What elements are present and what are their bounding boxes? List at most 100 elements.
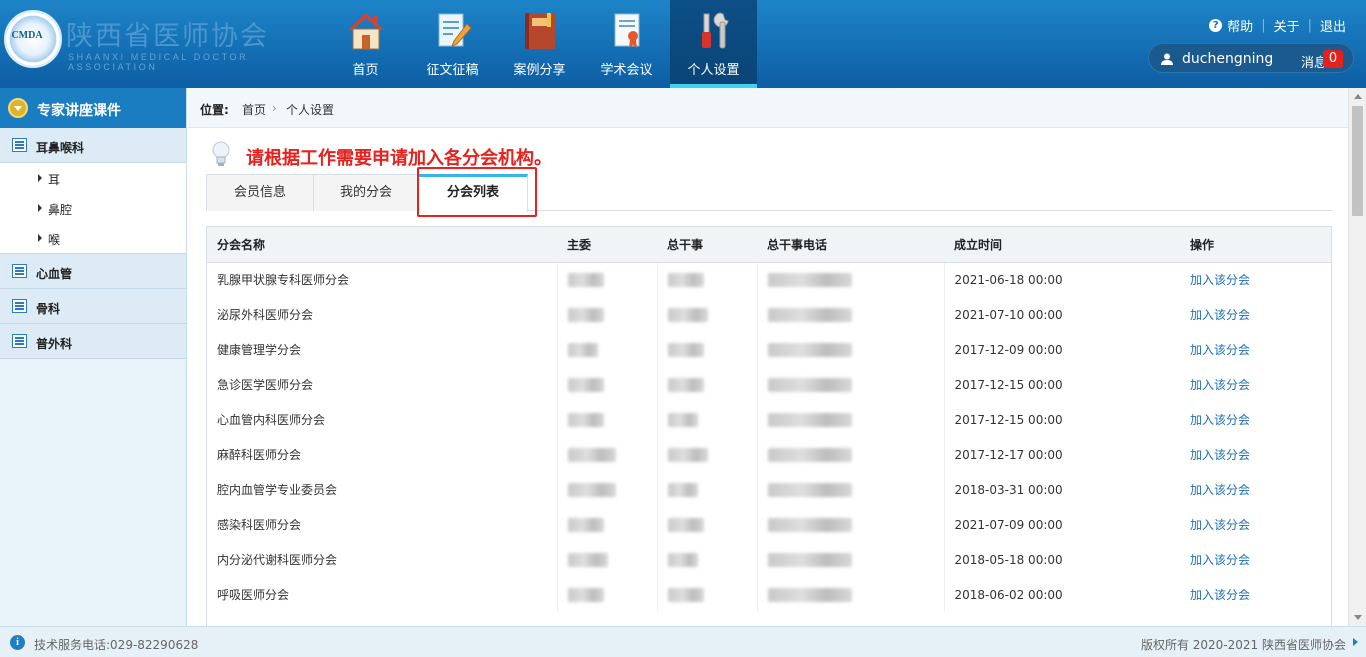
redacted-value [767,517,852,532]
main-nav: 首页 征文征稿 案例分享 学术会议 个人设置 [322,0,757,88]
nav-item-conferences[interactable]: 学术会议 [583,0,670,88]
action-cell: 加入该分会 [1180,507,1331,542]
sidebar-subitem-throat[interactable]: 喉 [0,223,186,253]
sidebar-subitem-nasal[interactable]: 鼻腔 [0,193,186,223]
founded-date: 2021-07-10 00:00 [943,297,1180,332]
action-cell: 加入该分会 [1180,577,1331,612]
sidebar-item-cardiovascular[interactable]: 心血管 [0,254,186,289]
nav-item-home[interactable]: 首页 [322,0,409,88]
secretary-phone-cell [756,507,944,542]
join-branch-link[interactable]: 加入该分会 [1190,518,1250,532]
table-header-row: 分会名称 主委 总干事 总干事电话 成立时间 操作 [207,227,1331,263]
tab-my-branches[interactable]: 我的分会 [313,174,419,211]
table-row: 感染科医师分会 2021-07-09 00:00 加入该分会 [207,507,1331,542]
page-scrollbar[interactable] [1348,88,1366,626]
branch-name: 乳腺甲状腺专科医师分会 [217,273,350,288]
sidebar-subitem-ear[interactable]: 耳 [0,163,186,193]
sidebar-subitem-label: 鼻腔 [48,203,73,217]
join-branch-link[interactable]: 加入该分会 [1190,448,1250,462]
secretary-phone-cell [756,472,944,507]
breadcrumb: 位置: 首页 › 个人设置 [188,88,1348,128]
action-cell: 加入该分会 [1180,472,1331,507]
about-link[interactable]: 关于 [1274,16,1300,35]
scroll-thumb[interactable] [1352,106,1363,216]
join-branch-link[interactable]: 加入该分会 [1190,588,1250,602]
secretary-cell [656,262,757,297]
secretary-phone-cell [756,332,944,367]
sidebar-item-general-surgery[interactable]: 普外科 [0,324,186,359]
message-count-badge[interactable]: 0 [1323,50,1343,68]
join-branch-link[interactable]: 加入该分会 [1190,553,1250,567]
book-icon [525,13,555,49]
nav-item-personal-settings[interactable]: 个人设置 [670,0,757,88]
nav-item-essays[interactable]: 征文征稿 [409,0,496,88]
founded-date: 2018-06-02 00:00 [943,577,1180,612]
breadcrumb-separator: › [272,101,277,115]
table-row: 内分泌代谢科医师分会 2018-05-18 00:00 加入该分会 [207,542,1331,577]
chair-cell [556,542,657,577]
caret-right-icon [38,204,42,212]
table-row: 急诊医学医师分会 2017-12-15 00:00 加入该分会 [207,367,1331,402]
column-header: 总干事 [657,227,757,263]
join-branch-link[interactable]: 加入该分会 [1190,308,1250,322]
logo-seal-text: CMDA [11,30,43,41]
table-row: 乳腺甲状腺专科医师分会 2021-06-18 00:00 加入该分会 [207,262,1331,297]
tab-branch-list[interactable]: 分会列表 [418,174,528,212]
sidebar-header[interactable]: 专家讲座课件 [0,88,186,128]
site-logo[interactable]: CMDA 陕西省医师协会 SHAANXI MEDICAL DOCTOR ASSO… [0,8,320,80]
chair-cell [556,577,657,612]
join-branch-link[interactable]: 加入该分会 [1190,273,1250,287]
join-branch-link[interactable]: 加入该分会 [1190,413,1250,427]
nav-label: 学术会议 [600,63,653,78]
join-branch-link[interactable]: 加入该分会 [1190,378,1250,392]
founded-date: 2018-03-31 00:00 [943,472,1180,507]
chair-cell [556,472,657,507]
branch-name: 呼吸医师分会 [217,588,290,602]
column-header: 总干事电话 [757,227,944,263]
table-row: 健康管理学分会 2017-12-09 00:00 加入该分会 [207,332,1331,367]
nav-item-cases[interactable]: 案例分享 [496,0,583,88]
secretary-phone-cell [756,402,944,437]
info-icon: i [10,635,25,650]
user-panel: duchengning 消息 0 [1148,43,1354,73]
username[interactable]: duchengning [1182,51,1273,67]
sidebar-subitem-label: 喉 [48,233,61,247]
help-icon: ? [1209,19,1223,32]
table-row: 呼吸医师分会 2018-06-02 00:00 加入该分会 [207,577,1331,612]
help-link[interactable]: 帮助 [1227,16,1253,35]
redacted-value [667,307,708,322]
service-phone: 技术服务电话:029-82290628 [34,638,199,652]
logout-link[interactable]: 退出 [1320,16,1346,35]
tab-member-info[interactable]: 会员信息 [206,174,314,211]
branch-name: 感染科医师分会 [217,518,302,532]
nav-label: 征文征稿 [426,63,479,78]
chair-cell [556,262,657,297]
nav-label: 个人设置 [687,63,740,78]
action-cell: 加入该分会 [1180,437,1331,472]
sidebar-item-label: 普外科 [36,337,73,351]
redacted-value [667,273,704,287]
join-branch-link[interactable]: 加入该分会 [1190,483,1250,497]
column-header: 操作 [1180,227,1331,263]
scroll-down-icon[interactable] [1354,615,1362,620]
breadcrumb-home-link[interactable]: 首页 [242,101,266,118]
founded-date: 2017-12-09 00:00 [943,332,1180,367]
founded-date: 2017-12-15 00:00 [943,367,1180,402]
user-icon [1161,53,1173,65]
caret-right-icon [38,174,42,182]
branch-table: 分会名称 主委 总干事 总干事电话 成立时间 操作 乳腺甲状腺专科医师分会 202… [206,226,1332,628]
sidebar-item-orthopedics[interactable]: 骨科 [0,289,186,324]
join-branch-link[interactable]: 加入该分会 [1190,343,1250,357]
scroll-up-icon[interactable] [1354,94,1362,99]
redacted-value [767,273,852,287]
document-edit-icon [438,13,472,47]
sidebar-item-ent[interactable]: 耳鼻喉科 [0,128,186,163]
branch-name: 麻醉科医师分会 [217,448,302,462]
secretary-phone-cell [756,297,944,332]
footer: i 技术服务电话:029-82290628 版权所有 2020-2021 陕西省… [0,626,1366,657]
arrow-right-icon[interactable] [1353,638,1358,646]
secretary-cell [656,297,757,332]
secretary-cell [656,332,757,367]
secretary-cell [656,367,757,402]
secretary-cell [656,472,757,507]
